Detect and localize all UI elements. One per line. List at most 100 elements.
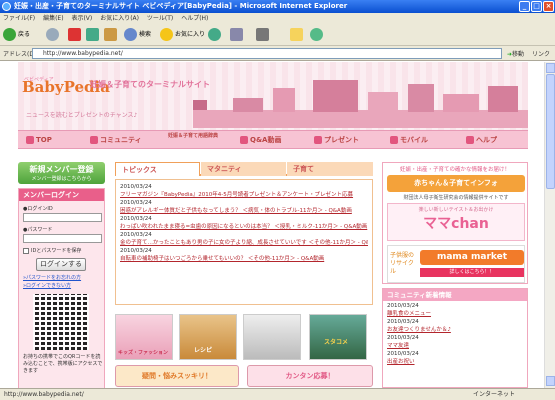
nav-top[interactable]: TOP (26, 131, 52, 149)
qr-note: お持ちの携帯でこのQRコードを読み込むことで、携帯版にアクセスできます (23, 354, 103, 374)
password-input[interactable] (23, 234, 102, 243)
ad-mamachan[interactable]: 楽しい新しいテイスト＆お出かけ ママchan (387, 203, 525, 241)
banner-qa[interactable]: 疑問・悩みスッキリ！ (115, 365, 239, 387)
menu-file[interactable]: ファイル(F) (3, 15, 35, 22)
maximize-button[interactable]: □ (531, 1, 542, 12)
mobile-icon (390, 136, 398, 144)
stop-icon (68, 28, 81, 41)
news-list: 2010/03/24 フリーマガジン『BabyPedia』2010年4-5月号読… (115, 179, 373, 305)
go-button[interactable]: ➜移動 (507, 49, 524, 58)
ie-icon (2, 2, 11, 11)
mail-icon (230, 28, 243, 41)
title-bar: 妊娠・出産・子育てのターミナルサイト ベビペディア[BabyPedia] - M… (0, 0, 555, 13)
checkbox-icon (23, 247, 29, 254)
vertical-scrollbar[interactable] (544, 62, 555, 388)
page-viewport: ベビペディア BabyPedia 妊娠＆子育てのターミナルサイト ニュースを読む… (0, 62, 544, 388)
back-button[interactable]: 戻る (3, 27, 30, 43)
password-label: ●パスワード (23, 227, 53, 233)
stop-button[interactable] (68, 27, 83, 43)
register-button[interactable]: 新規メンバー登録 メンバー登録はこちらから (18, 162, 105, 184)
status-bar: http://www.babypedia.net/ インターネット (0, 388, 555, 400)
window-title: 妊娠・出産・子育てのターミナルサイト ベビペディア[BabyPedia] - M… (14, 2, 348, 10)
login-help-link[interactable]: »ログインできない方 (23, 282, 104, 289)
tab-maternity[interactable]: マタニティ (201, 162, 286, 176)
ad-details-button[interactable]: 詳しくはこちら！！ (420, 268, 524, 277)
menu-favorites[interactable]: お気に入り(A) (100, 15, 139, 22)
thumb-illustration[interactable] (243, 314, 301, 360)
print-icon (256, 28, 269, 41)
promo-banners: 疑問・悩みスッキリ！ カンタン応募！ (115, 365, 373, 387)
mail-button[interactable] (230, 27, 245, 43)
community-updates: コミュニティ新着情報 2010/03/24 離乳食のメニュー 2010/03/2… (382, 288, 528, 388)
menu-tools[interactable]: ツール(T) (147, 15, 173, 22)
news-link[interactable]: 困惑がアレルギー体質だと子供もなってしまう？ ＜病気・体のトラブル-11か月＞ … (120, 206, 368, 214)
register-label: 新規メンバー登録 (29, 165, 94, 174)
login-id-input[interactable] (23, 213, 102, 222)
print-button[interactable] (256, 27, 271, 43)
save-credentials-checkbox[interactable]: IDとパスワードを保存 (23, 247, 104, 254)
site-slogan: ニュースを読むとプレゼントのチャンス♪ (26, 112, 138, 119)
folder-icon (290, 28, 303, 41)
folder-button[interactable] (290, 27, 305, 43)
community-link[interactable]: ママ友達 (387, 341, 527, 349)
nav-community[interactable]: コミュニティ (90, 131, 142, 149)
tab-topics[interactable]: トピックス (115, 162, 200, 176)
tab-childcare[interactable]: 子育て (287, 162, 373, 176)
login-button[interactable]: ログインする (36, 258, 86, 271)
refresh-icon (86, 28, 99, 41)
nav-qa-video[interactable]: Q&A動画 (240, 131, 281, 149)
news-tabs: トピックス マタニティ 子育て (115, 162, 373, 176)
links-button[interactable]: リンク (532, 49, 550, 58)
community-link[interactable]: 出産お祝い (387, 357, 527, 365)
news-link[interactable]: 自転車の補助椅子はいつごろから乗せてもいいの？ ＜その他-11か月＞ - Q&A… (120, 254, 368, 262)
forward-icon (46, 28, 59, 41)
star-icon (160, 28, 173, 41)
home-button[interactable] (104, 27, 119, 43)
news-link[interactable]: 金の子育て…かったこともあり男の子に女の子より縮、成長させていいです ＜その他-… (120, 238, 368, 246)
community-link[interactable]: 離乳食のメニュー (387, 309, 527, 317)
close-button[interactable]: × (543, 1, 554, 12)
messenger-button[interactable] (310, 27, 325, 43)
scroll-down-arrow[interactable] (546, 376, 555, 386)
menu-help[interactable]: ヘルプ(H) (181, 15, 208, 22)
history-button[interactable] (208, 27, 223, 43)
refresh-button[interactable] (86, 27, 101, 43)
site-tagline: 妊娠＆子育てのターミナルサイト (90, 80, 210, 89)
main-nav: TOP コミュニティ 妊娠＆子育て用語辞典 Q&A動画 プレゼント モバイル ヘ… (18, 130, 528, 149)
forward-button[interactable] (46, 27, 61, 43)
toolbar: 戻る 検索 お気に入り (0, 24, 555, 46)
ad-mama-market[interactable]: 子供服のリサイクル mama market 詳しくはこちら！！ (387, 245, 525, 283)
news-link[interactable]: わっぱい吹われたまま寝る=虫歯の原因になるといのは本当？ ＜授乳・ミルク-11か… (120, 222, 368, 230)
search-button[interactable]: 検索 (124, 27, 151, 43)
browser-window: 妊娠・出産・子育てのターミナルサイト ベビペディア[BabyPedia] - M… (0, 0, 555, 400)
nav-dictionary[interactable]: 妊娠＆子育て用語辞典 (168, 132, 228, 150)
nav-mobile[interactable]: モバイル (390, 131, 428, 149)
thumb-recipe[interactable]: レシピ (179, 314, 237, 360)
favorites-button[interactable]: お気に入り (160, 27, 205, 43)
nav-help[interactable]: ヘルプ (466, 131, 497, 149)
qr-code-image (33, 294, 89, 350)
menu-view[interactable]: 表示(V) (71, 15, 92, 22)
feature-thumbnails: キッズ・ファッション レシピ スタコメ (115, 314, 373, 362)
address-bar: アドレス(D) http://www.babypedia.net/ ➜移動 リン… (0, 46, 555, 61)
scroll-thumb[interactable] (546, 74, 555, 189)
ad-baby-info-sub: 財団法人母子衛生研究会の情報提供サイトです (403, 195, 509, 201)
register-sub: メンバー登録はこちらから (31, 176, 92, 182)
video-icon (240, 136, 248, 144)
gift-icon (314, 136, 322, 144)
banner-present[interactable]: カンタン応募！ (247, 365, 373, 387)
community-link[interactable]: お友達つくりませんか＆♪ (387, 325, 527, 333)
nav-present[interactable]: プレゼント (314, 131, 359, 149)
minimize-button[interactable]: _ (519, 1, 530, 12)
address-input[interactable]: http://www.babypedia.net/ (32, 48, 502, 59)
scroll-up-arrow[interactable] (546, 63, 555, 73)
site-header: ベビペディア BabyPedia 妊娠＆子育てのターミナルサイト ニュースを読む… (18, 62, 528, 130)
forgot-password-link[interactable]: »パスワードをお忘れの方 (23, 274, 104, 281)
thumb-sutakome[interactable]: スタコメ (309, 314, 367, 360)
ad-baby-info[interactable]: 赤ちゃん＆子育てインフォ (387, 175, 525, 192)
help-icon (466, 136, 474, 144)
menu-edit[interactable]: 編集(E) (43, 15, 63, 22)
news-link[interactable]: フリーマガジン『BabyPedia』2010年4-5月号読者プレゼント＆アンケー… (120, 190, 368, 198)
thumb-fashion[interactable]: キッズ・ファッション (115, 314, 173, 360)
status-url: http://www.babypedia.net/ (4, 391, 84, 398)
